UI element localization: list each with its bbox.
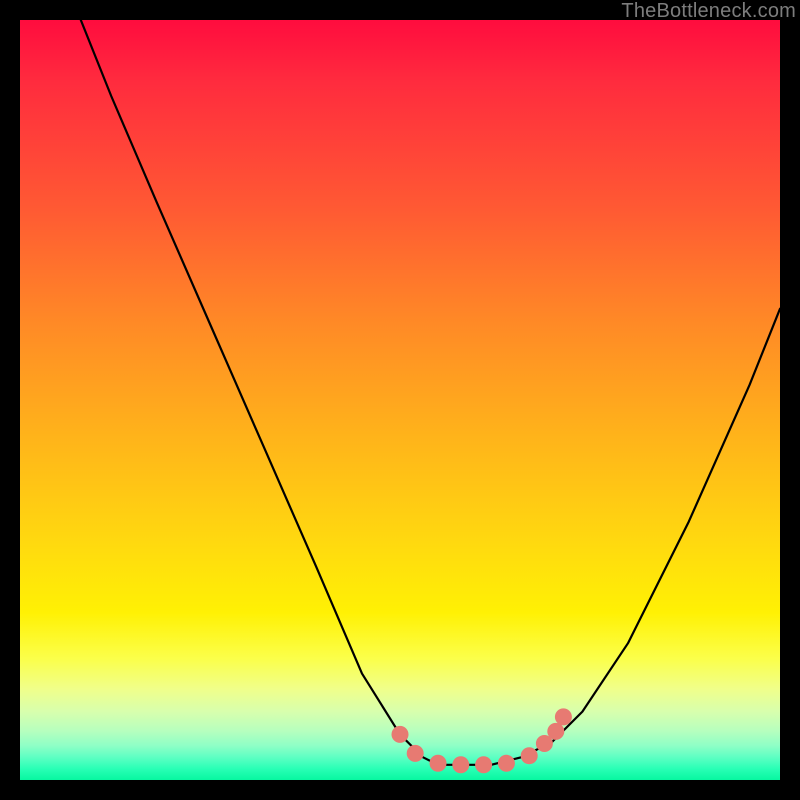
chart-gradient-background bbox=[20, 20, 780, 780]
watermark-text: TheBottleneck.com bbox=[621, 0, 796, 23]
chart-frame bbox=[20, 20, 780, 780]
